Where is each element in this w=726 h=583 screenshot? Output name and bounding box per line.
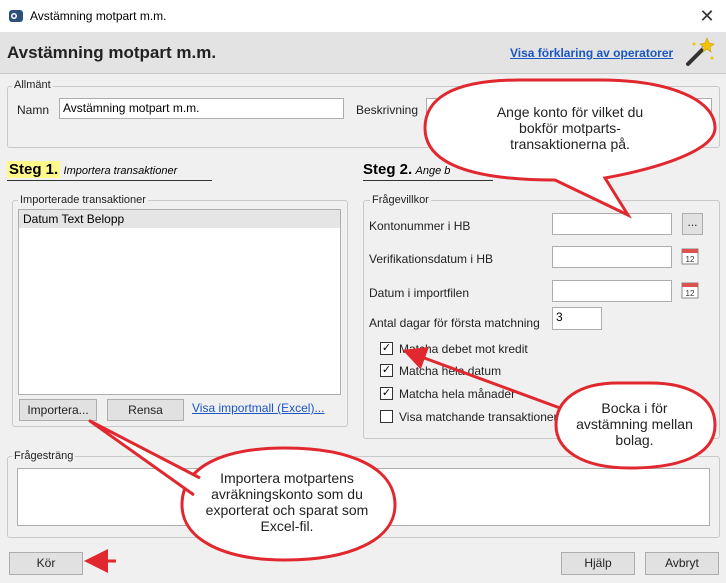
account-callout-text: Ange konto för vilket du bokför motparts… [496,104,644,152]
match-callout-text: Bocka i för avstämning mellan bolag. [576,400,693,448]
import-callout-text: Importera motpartens avräkningskonto som… [205,470,369,534]
import-callout-tail [88,419,201,497]
match-callout-arrow [402,346,561,410]
